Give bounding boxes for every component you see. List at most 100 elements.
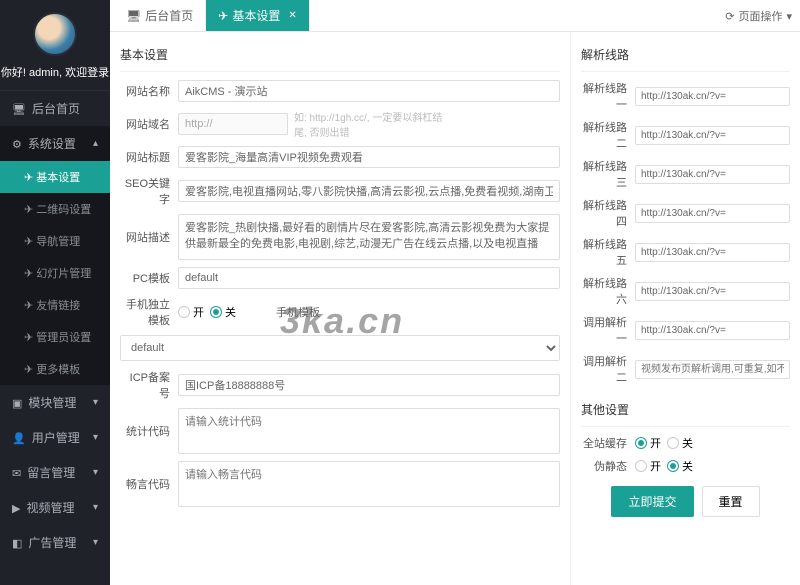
send-icon: ✈ [24, 300, 36, 312]
chevron-down-icon: ▾ [93, 502, 98, 513]
static-label: 伪静态 [581, 458, 635, 474]
route-6-input[interactable] [635, 282, 790, 301]
mobile-alone-on[interactable]: 开 [178, 304, 204, 320]
tabs-bar: 🖥后台首页 ✈基本设置✕ ⟳页面操作▾ [110, 0, 800, 32]
monitor-icon: 🖥 [126, 9, 141, 23]
main-area: 🖥后台首页 ✈基本设置✕ ⟳页面操作▾ 基本设置 网站名称 网站域名 如: htt… [110, 0, 800, 585]
radio-icon [210, 306, 222, 318]
other-title: 其他设置 [581, 395, 790, 427]
label-mobile-tpl: 手机模板 [276, 304, 328, 320]
close-icon[interactable]: ✕ [288, 10, 296, 21]
sub-basic-settings[interactable]: ✈ 基本设置 [0, 161, 110, 193]
user-icon: 👤 [12, 433, 26, 445]
cache-label: 全站缓存 [581, 435, 635, 451]
send-icon: ✈ [24, 364, 36, 376]
label-domain: 网站域名 [120, 116, 178, 132]
domain-input[interactable] [178, 113, 288, 135]
sidebar-item-ad[interactable]: ◧广告管理▾ [0, 525, 110, 560]
sub-slides[interactable]: ✈ 幻灯片管理 [0, 257, 110, 289]
desc-textarea[interactable]: 爱客影院_热剧快播,最好看的剧情片尽在爱客影院,高清云影视免费为大家提供最新最全… [178, 214, 560, 260]
label-desc: 网站描述 [120, 229, 178, 245]
sidebar-item-message[interactable]: ✉留言管理▾ [0, 455, 110, 490]
static-off[interactable]: 关 [667, 458, 693, 474]
route-3-input[interactable] [635, 165, 790, 184]
sidebar-item-user[interactable]: 👤用户管理▾ [0, 420, 110, 455]
call1-input[interactable] [635, 321, 790, 340]
send-icon: ✈ [24, 332, 36, 344]
static-radio-group: 开 关 [635, 458, 693, 474]
route-label: 解析线路五 [581, 236, 635, 268]
sidebar-item-video[interactable]: ▶视频管理▾ [0, 490, 110, 525]
route-label: 解析线路四 [581, 197, 635, 229]
panel-right: 解析线路 解析线路一 解析线路二 解析线路三 解析线路四 解析线路五 解析线路六… [570, 32, 800, 585]
label-seo: SEO关键字 [120, 175, 178, 207]
radio-icon [178, 306, 190, 318]
submit-button[interactable]: 立即提交 [611, 486, 693, 517]
stat-textarea[interactable] [178, 408, 560, 454]
routes-title: 解析线路 [581, 40, 790, 72]
avatar[interactable] [33, 12, 77, 56]
send-icon: ✈ [24, 268, 36, 280]
refresh-icon: ⟳ [725, 10, 734, 23]
chang-textarea[interactable] [178, 461, 560, 507]
chevron-up-icon: ▴ [93, 138, 98, 149]
mobile-alone-off[interactable]: 关 [210, 304, 236, 320]
panel-basic: 基本设置 网站名称 网站域名 如: http://1gh.cc/, 一定要以斜杠结… [110, 32, 570, 585]
chevron-down-icon: ▾ [786, 10, 792, 23]
route-label: 解析线路六 [581, 275, 635, 307]
button-row: 立即提交 重置 [581, 486, 790, 517]
route-5-input[interactable] [635, 243, 790, 262]
icp-input[interactable] [178, 374, 560, 396]
static-on[interactable]: 开 [635, 458, 661, 474]
pc-tpl-select[interactable] [178, 267, 560, 289]
site-name-input[interactable] [178, 80, 560, 102]
radio-icon [667, 460, 679, 472]
send-icon: ✈ [24, 204, 36, 216]
label-mobile-alone: 手机独立模板 [120, 296, 178, 328]
sub-templates[interactable]: ✈ 更多模板 [0, 353, 110, 385]
send-icon: ✈ [24, 236, 36, 248]
sub-qrcode[interactable]: ✈ 二维码设置 [0, 193, 110, 225]
ad-icon: ◧ [12, 538, 22, 550]
menu-label: 系统设置 [28, 137, 76, 151]
route-2-input[interactable] [635, 126, 790, 145]
radio-icon [635, 460, 647, 472]
tab-basic-settings[interactable]: ✈基本设置✕ [206, 0, 309, 31]
cache-off[interactable]: 关 [667, 435, 693, 451]
mobile-tpl-select[interactable]: default [120, 335, 560, 361]
page-operations[interactable]: ⟳页面操作▾ [725, 0, 792, 32]
sub-admins[interactable]: ✈ 管理员设置 [0, 321, 110, 353]
label-stat: 统计代码 [120, 423, 178, 439]
send-icon: ✈ [24, 172, 36, 184]
domain-hint: 如: http://1gh.cc/, 一定要以斜杠结尾, 否则出错 [294, 109, 444, 139]
gear-icon: ⚙ [12, 139, 22, 151]
cube-icon: ▣ [12, 398, 22, 410]
label-chang: 畅言代码 [120, 476, 178, 492]
mobile-alone-radio-group: 开 关 [178, 304, 236, 320]
sidebar-item-system[interactable]: ⚙ 系统设置 ▴ [0, 126, 110, 161]
call1-label: 调用解析一 [581, 314, 635, 346]
label-title: 网站标题 [120, 149, 178, 165]
cache-radio-group: 开 关 [635, 435, 693, 451]
chevron-down-icon: ▾ [93, 467, 98, 478]
route-label: 解析线路三 [581, 158, 635, 190]
route-label: 解析线路一 [581, 80, 635, 112]
panel-title: 基本设置 [120, 40, 560, 72]
route-label: 解析线路二 [581, 119, 635, 151]
sub-nav[interactable]: ✈ 导航管理 [0, 225, 110, 257]
label-pc-tpl: PC模板 [120, 270, 178, 286]
cache-on[interactable]: 开 [635, 435, 661, 451]
call2-input[interactable] [635, 360, 790, 379]
label-site-name: 网站名称 [120, 83, 178, 99]
label-icp: ICP备案号 [120, 369, 178, 401]
route-4-input[interactable] [635, 204, 790, 223]
tab-home[interactable]: 🖥后台首页 [114, 0, 206, 31]
reset-button[interactable]: 重置 [702, 486, 760, 517]
sub-links[interactable]: ✈ 友情链接 [0, 289, 110, 321]
route-1-input[interactable] [635, 87, 790, 106]
seo-input[interactable] [178, 180, 560, 202]
sidebar-item-module[interactable]: ▣模块管理▾ [0, 385, 110, 420]
sidebar-home[interactable]: 🖥后台首页 [0, 90, 110, 126]
site-title-input[interactable] [178, 146, 560, 168]
radio-icon [667, 437, 679, 449]
